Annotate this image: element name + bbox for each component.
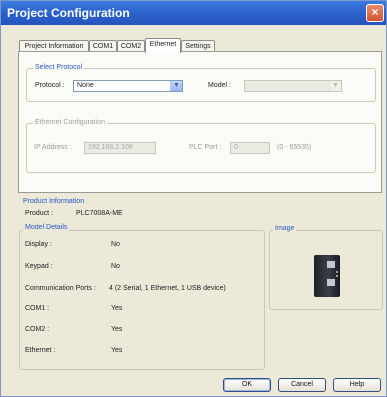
ip-address-label: IP Address :: [34, 144, 72, 151]
ethernet-configuration-group: Ethernet Configuration IP Address : 192.…: [26, 119, 376, 173]
protocol-value: None: [77, 82, 94, 89]
model-label: Model :: [208, 82, 231, 89]
close-icon: ×: [371, 5, 379, 19]
detail-label: COM2 :: [25, 326, 50, 333]
ok-button[interactable]: OK: [223, 378, 271, 392]
chevron-down-icon[interactable]: ▼: [170, 81, 182, 91]
model-dropdown[interactable]: ▼: [244, 80, 342, 92]
led-indicator: [336, 271, 338, 273]
plc-port-range: (0 - 65535): [277, 144, 312, 151]
tab-label: COM2: [120, 43, 142, 50]
close-button[interactable]: ×: [366, 4, 384, 22]
plc-port-label: PLC Port :: [189, 144, 222, 151]
detail-value: No: [111, 241, 120, 248]
detail-value: 4 (2 Serial, 1 Ethernet, 1 USB device): [109, 285, 226, 292]
detail-label: Keypad :: [25, 263, 53, 270]
tab-ethernet[interactable]: Ethernet: [145, 38, 181, 53]
tab-label: COM1: [92, 43, 114, 50]
detail-label: Communication Ports :: [25, 285, 96, 292]
detail-value: Yes: [111, 347, 123, 354]
ethernet-configuration-legend: Ethernet Configuration: [33, 119, 108, 126]
detail-label: Ethernet :: [25, 347, 56, 354]
plc-port-value: 0: [234, 144, 238, 151]
tab-label: Settings: [185, 43, 211, 50]
cancel-button[interactable]: Cancel: [278, 378, 326, 392]
detail-label: Display :: [25, 241, 52, 248]
product-label: Product :: [25, 210, 54, 217]
select-protocol-legend: Select Protocol: [33, 64, 85, 71]
ip-address-value: 192.168.2.108: [88, 144, 133, 151]
protocol-dropdown[interactable]: None ▼: [73, 80, 183, 92]
project-configuration-dialog: Project Configuration × Project Informat…: [0, 0, 387, 397]
plc-port-field[interactable]: 0: [230, 142, 270, 154]
protocol-label: Protocol :: [35, 82, 65, 89]
image-title: Image: [273, 225, 297, 232]
detail-value: Yes: [111, 305, 123, 312]
ethernet-tab-panel: Select Protocol Protocol : None ▼ Model …: [18, 51, 382, 193]
product-value: PLC7008A-ME: [76, 210, 123, 217]
ip-address-field[interactable]: 192.168.2.108: [84, 142, 156, 154]
tab-label: Ethernet: [149, 41, 177, 48]
model-details-title: Model Details: [23, 224, 70, 231]
model-details-box: Model Details Display : No Keypad : No C…: [19, 224, 265, 370]
serial-port-graphic: [327, 279, 335, 286]
ethernet-port-graphic: [327, 261, 335, 268]
cancel-label: Cancel: [291, 381, 313, 388]
ok-label: OK: [241, 381, 253, 388]
chevron-down-icon[interactable]: ▼: [329, 81, 341, 91]
plc-device-image: [314, 255, 340, 297]
image-box: Image: [269, 225, 383, 310]
select-protocol-group: Select Protocol Protocol : None ▼ Model …: [26, 64, 376, 102]
product-information-title: Product Information: [23, 198, 85, 205]
detail-label: COM1 :: [25, 305, 50, 312]
detail-value: Yes: [111, 326, 123, 333]
detail-value: No: [111, 263, 120, 270]
title-bar[interactable]: Project Configuration ×: [1, 1, 386, 25]
led-indicator: [336, 275, 338, 277]
window-title: Project Configuration: [7, 6, 130, 20]
help-button[interactable]: Help: [333, 378, 381, 392]
tab-label: Project Information: [24, 43, 84, 50]
help-label: Help: [349, 381, 365, 388]
